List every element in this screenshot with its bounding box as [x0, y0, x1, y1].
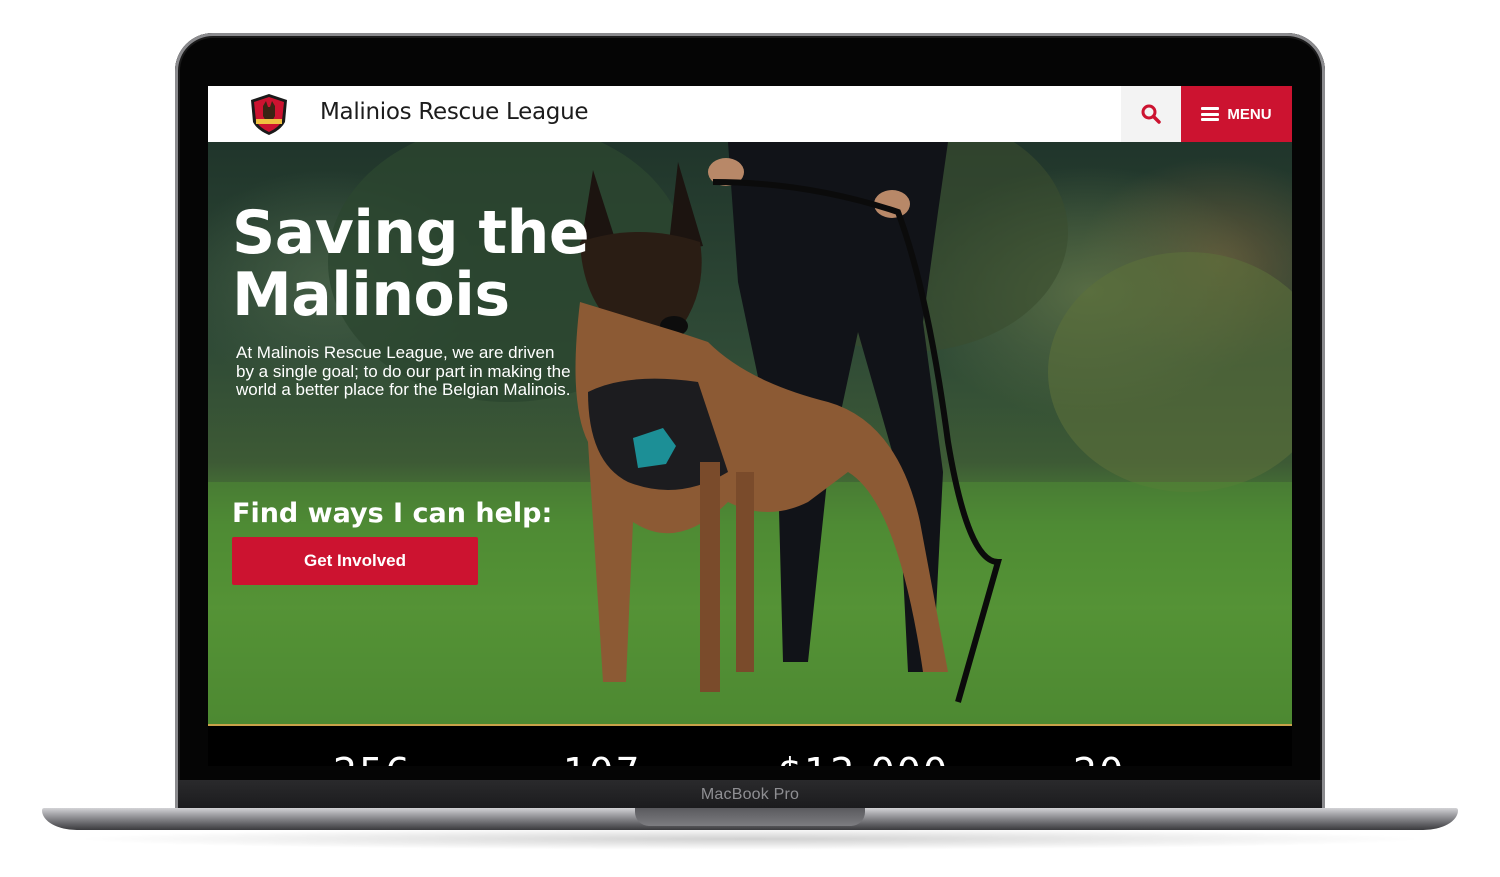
hero-title-line1: Saving the [232, 198, 590, 268]
device-label: MacBook Pro [700, 786, 800, 803]
hamburger-icon [1201, 107, 1220, 121]
stat-value: 256 [333, 750, 412, 766]
get-involved-button[interactable]: Get Involved [232, 537, 478, 585]
laptop-notch [635, 808, 865, 826]
search-icon [1141, 104, 1161, 124]
search-button[interactable] [1121, 86, 1181, 142]
hero-title: Saving the Malinois [232, 202, 592, 326]
hero-description: At Malinois Rescue League, we are driven… [236, 343, 571, 399]
menu-button[interactable]: MENU [1181, 86, 1292, 142]
hero-banner: Saving the Malinois At Malinois Rescue L… [208, 142, 1292, 726]
hero-title-line2: Malinois [232, 260, 510, 330]
site-title[interactable]: Malinios Rescue League [320, 99, 589, 125]
help-heading: Find ways I can help: [232, 498, 553, 529]
shield-logo[interactable] [247, 92, 291, 136]
stat-value: $12,000 [778, 750, 949, 766]
stat-value: 107 [563, 750, 642, 766]
menu-label: MENU [1227, 105, 1272, 123]
browser-viewport: Malinios Rescue League MENU Saving the M… [208, 86, 1292, 766]
laptop-chin: MacBook Pro [178, 780, 1322, 810]
site-header: Malinios Rescue League MENU [208, 86, 1292, 142]
stats-strip: 256 107 $12,000 20 [208, 726, 1292, 766]
laptop-shadow [70, 828, 1430, 850]
stat-value: 20 [1073, 750, 1125, 766]
